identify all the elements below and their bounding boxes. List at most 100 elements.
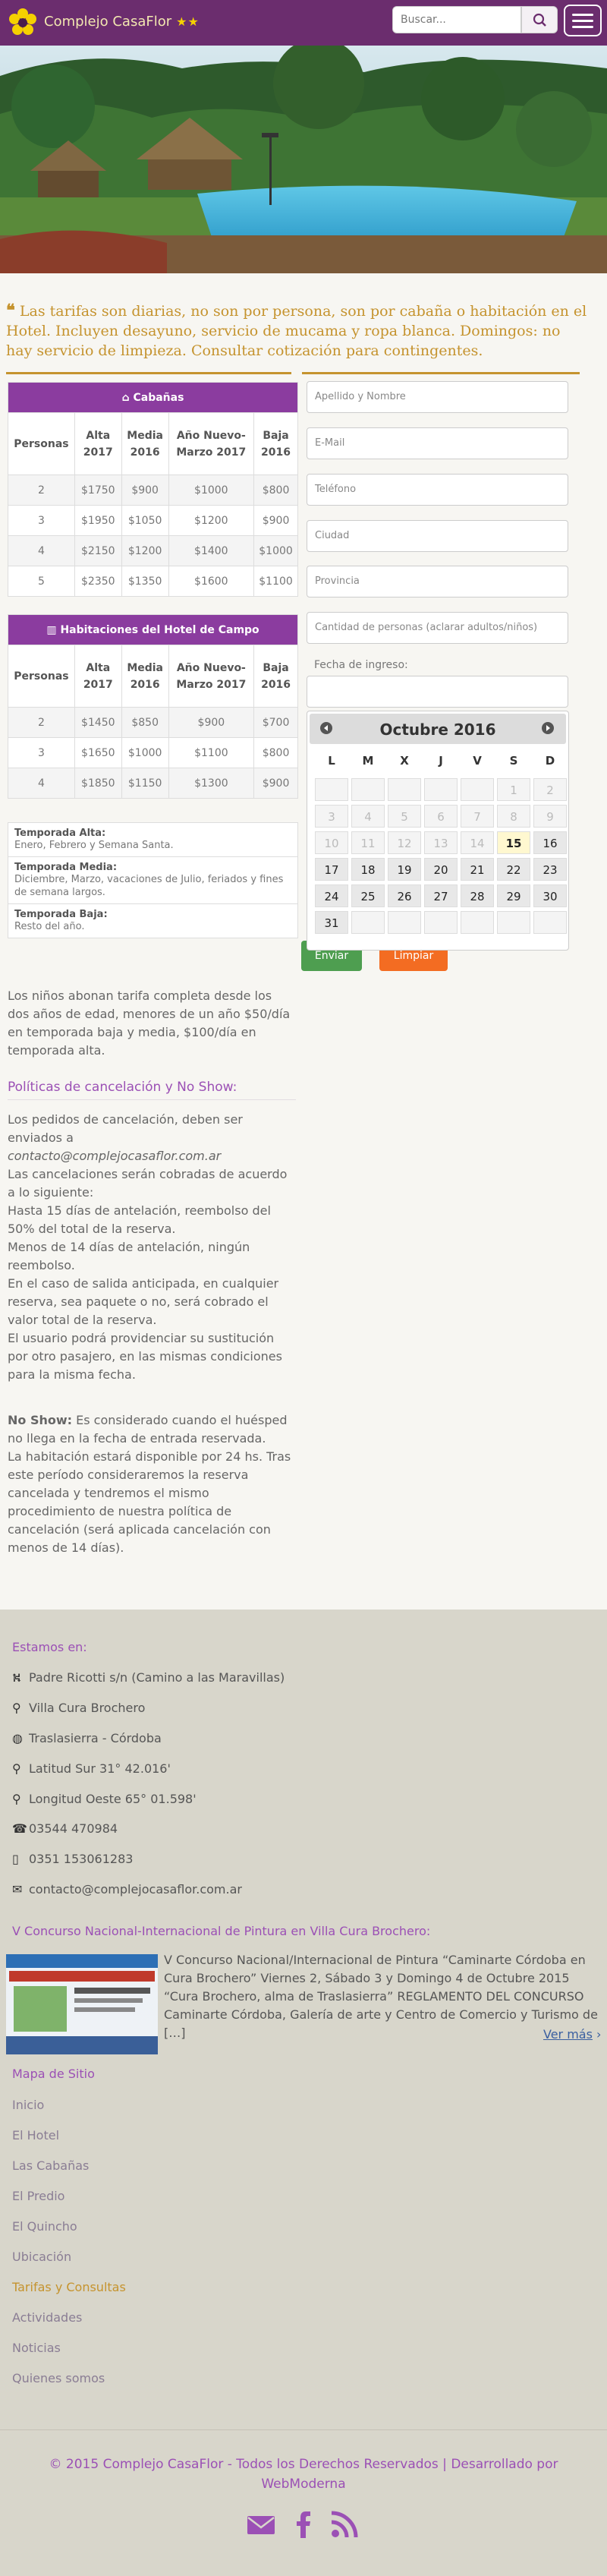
phone-field[interactable]: Teléfono (307, 474, 568, 506)
search-icon (533, 13, 546, 27)
road-icon: ⛕ (12, 1670, 21, 1685)
facebook-icon[interactable] (288, 2509, 319, 2540)
calendar-day[interactable]: 26 (388, 884, 421, 907)
location-title: Estamos en: (12, 1640, 87, 1654)
column-header: Año Nuevo-Marzo 2017 (168, 645, 255, 708)
calendar-day: 3 (315, 805, 348, 828)
name-field[interactable]: Apellido y Nombre (307, 381, 568, 413)
news-thumbnail[interactable] (6, 1954, 158, 2054)
guests-field[interactable]: Cantidad de personas (aclarar adultos/ni… (307, 612, 568, 644)
table-cell: $700 (253, 707, 298, 738)
policy-text: En el caso de salida anticipada, en cual… (8, 1276, 279, 1327)
calendar-day[interactable]: 31 (315, 911, 348, 934)
search-input[interactable]: Buscar... (392, 6, 521, 33)
sitemap-link[interactable]: Quienes somos (12, 2371, 105, 2385)
envelope-icon[interactable] (246, 2509, 276, 2540)
map-marker-icon: ⚲ (12, 1761, 21, 1776)
calendar-day[interactable]: 15 (497, 831, 530, 854)
table-cell: $1100 (168, 737, 255, 768)
seasons-legend: Temporada Alta: Enero, Febrero y Semana S… (8, 822, 298, 938)
calendar-day: 6 (424, 805, 458, 828)
read-more-link[interactable]: Ver más › (543, 2027, 601, 2042)
calendar-day[interactable]: 20 (424, 858, 458, 881)
date-field[interactable] (307, 676, 568, 708)
contact-email-link[interactable]: contacto@complejocasaflor.com.ar (8, 1149, 221, 1163)
copyright[interactable]: © 2015 Complejo CasaFlor - Todos los Der… (30, 2455, 577, 2494)
calendar-day[interactable]: 17 (315, 858, 348, 881)
arrow-right-icon: › (596, 2027, 602, 2042)
search-button[interactable] (521, 6, 558, 33)
calendar-empty-cell (461, 778, 494, 801)
table-cell: $1400 (168, 535, 255, 566)
table-title: ▥ Habitaciones del Hotel de Campo (8, 614, 298, 645)
sitemap-link[interactable]: El Hotel (12, 2128, 59, 2142)
calendar-day[interactable]: 19 (388, 858, 421, 881)
calendar-day[interactable]: 28 (461, 884, 494, 907)
table-cell: $1200 (168, 505, 255, 536)
hotel-rates-table: ▥ Habitaciones del Hotel de Campo Person… (8, 614, 298, 799)
table-cell: $1000 (168, 475, 255, 506)
policy-text: Menos de 14 días de antelación, ningún r… (8, 1240, 250, 1272)
brand-name[interactable]: Complejo CasaFlor ★★ (44, 14, 200, 30)
datepicker: Octubre 2016 L M X J V S D 1 2 3 4 5 6 7 8 9 10 11 12 13 14 1… (307, 711, 569, 951)
phone[interactable]: ☎ 03544 470984 (12, 1821, 118, 1836)
calendar-day[interactable]: 16 (533, 831, 567, 854)
table-cell: $1000 (121, 737, 169, 768)
pool-landscape-image (0, 46, 607, 273)
column-header: Personas (8, 412, 75, 475)
weekday-label: L (328, 754, 335, 768)
table-cell: 2 (8, 707, 75, 738)
table-cell: $900 (121, 475, 169, 506)
calendar-day[interactable]: 22 (497, 858, 530, 881)
season-media: Temporada Media: Diciembre, Marzo, vacaci… (8, 857, 297, 904)
sitemap-link[interactable]: Noticias (12, 2341, 61, 2355)
contact-email[interactable]: ✉ contacto@complejocasaflor.com.ar (12, 1882, 242, 1897)
policy-text: Las cancelaciones serán cobradas de acue… (8, 1167, 288, 1200)
column-header: Baja 2016 (253, 645, 298, 708)
table-row: 3 $1650 $1000 $1100 $800 (8, 737, 298, 768)
table-cell: $1050 (121, 505, 169, 536)
calendar-day[interactable]: 27 (424, 884, 458, 907)
email-field[interactable]: E-Mail (307, 427, 568, 459)
rates-notice-text: Las tarifas son diarias, no son por pers… (6, 303, 587, 359)
column-header: Alta 2017 (74, 412, 122, 475)
calendar-day[interactable]: 30 (533, 884, 567, 907)
sitemap-link[interactable]: Las Cabañas (12, 2158, 89, 2173)
sitemap-link[interactable]: Tarifas y Consultas (12, 2280, 126, 2294)
table-cell: $1950 (74, 505, 122, 536)
mobile-icon: ▯ (12, 1852, 19, 1866)
date-label: Fecha de ingreso: (314, 659, 408, 671)
calendar-day[interactable]: 29 (497, 884, 530, 907)
sitemap-link[interactable]: El Quincho (12, 2219, 77, 2234)
globe-icon: ◍ (12, 1731, 23, 1745)
season-alta: Temporada Alta: Enero, Febrero y Semana S… (8, 823, 297, 857)
next-month-button[interactable] (542, 722, 554, 734)
sitemap-link[interactable]: Ubicación (12, 2250, 71, 2264)
calendar-day: 14 (461, 831, 494, 854)
mobile-phone[interactable]: ▯ 0351 153061283 (12, 1852, 133, 1866)
sitemap-link[interactable]: Actividades (12, 2310, 82, 2325)
calendar-day: 1 (497, 778, 530, 801)
table-cell: $800 (253, 475, 298, 506)
province-field[interactable]: Provincia (307, 566, 568, 597)
calendar-day[interactable]: 21 (461, 858, 494, 881)
news-title[interactable]: V Concurso Nacional-Internacional de Pin… (12, 1924, 430, 1938)
sitemap-link[interactable]: El Predio (12, 2189, 64, 2203)
city-field[interactable]: Ciudad (307, 520, 568, 552)
sitemap-link[interactable]: Inicio (12, 2098, 44, 2112)
news-excerpt: V Concurso Nacional/Internacional de Pin… (164, 1953, 598, 2040)
rss-icon[interactable] (329, 2509, 360, 2540)
table-row: 4 $2150 $1200 $1400 $1000 (8, 535, 298, 566)
address: ⛕ Padre Ricotti s/n (Camino a las Maravil… (12, 1670, 285, 1685)
weekday-label: V (473, 754, 482, 768)
calendar-day: 4 (351, 805, 385, 828)
calendar-day[interactable]: 23 (533, 858, 567, 881)
calendar-day[interactable]: 24 (315, 884, 348, 907)
flower-logo-icon[interactable] (8, 8, 38, 38)
menu-button[interactable] (564, 5, 602, 36)
policy-text: La habitación estará disponible por 24 h… (8, 1449, 291, 1555)
menu-icon-bar (572, 20, 593, 22)
calendar-day[interactable]: 18 (351, 858, 385, 881)
calendar-day[interactable]: 25 (351, 884, 385, 907)
latitude: ⚲ Latitud Sur 31° 42.016' (12, 1761, 171, 1776)
